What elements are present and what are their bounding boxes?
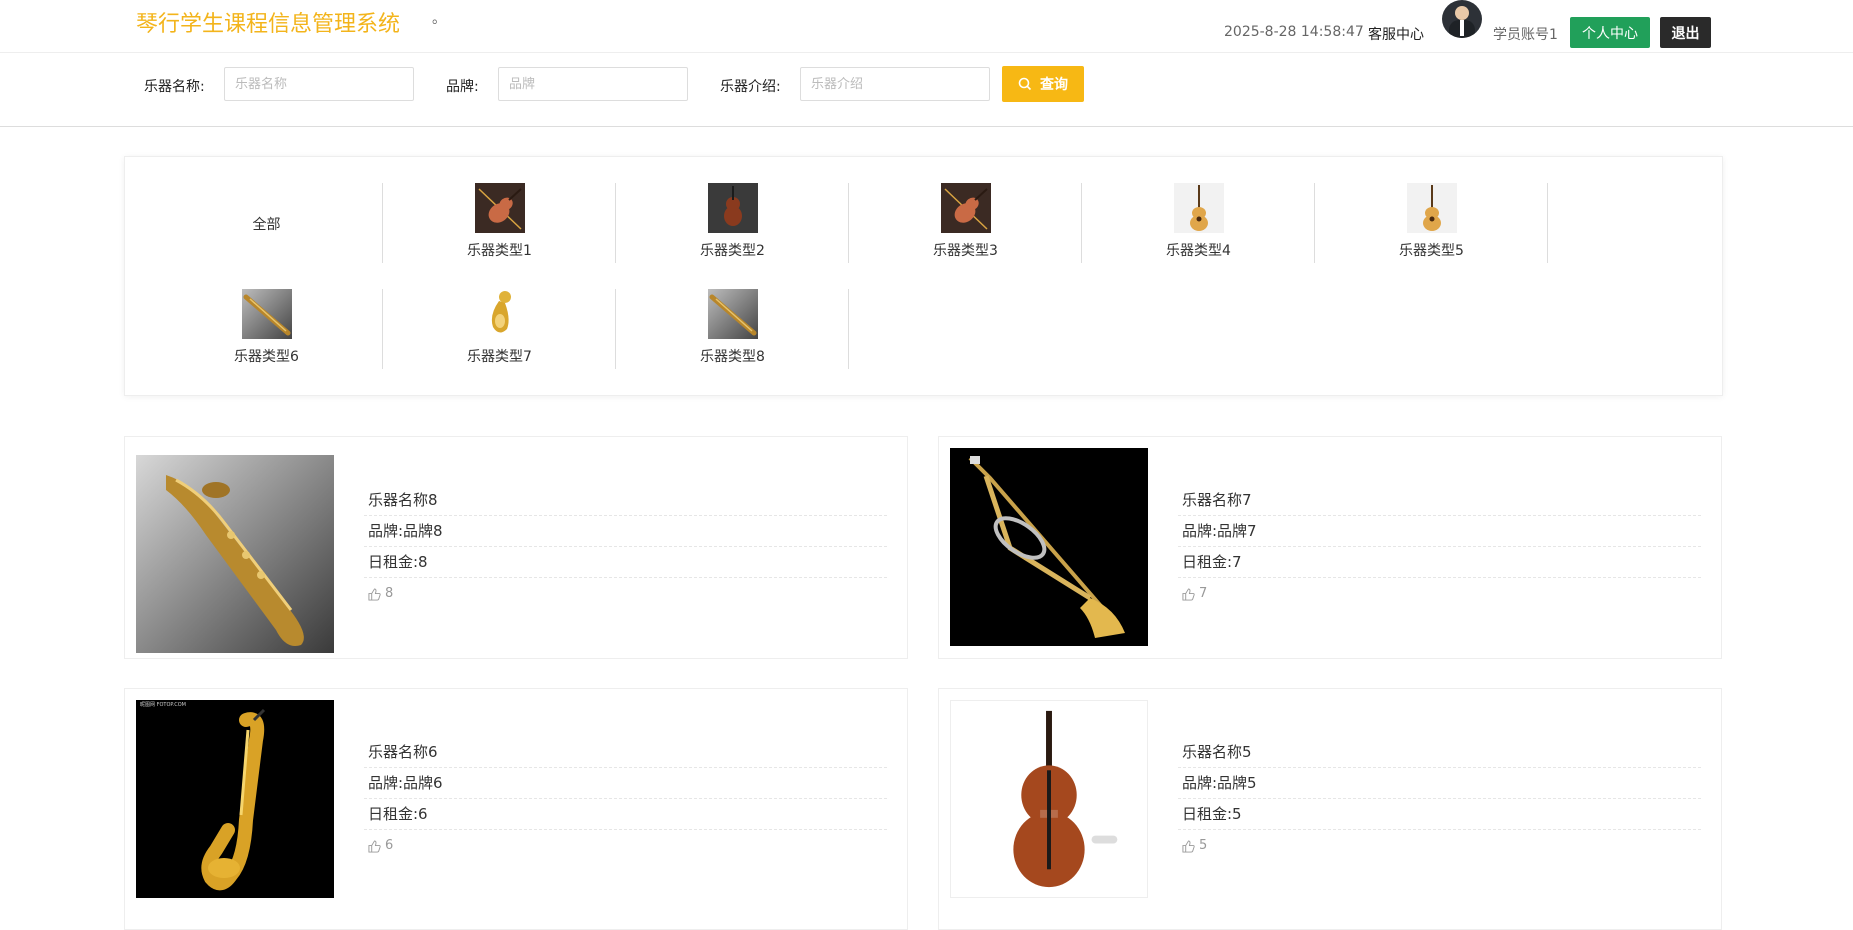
like-count: 5: [1199, 838, 1208, 853]
category-item-4[interactable]: 乐器类型4: [1082, 183, 1315, 263]
category-label: 乐器类型1: [467, 243, 532, 259]
brand-label: 品牌:: [446, 79, 479, 95]
guitar-icon: [1174, 183, 1224, 233]
product-brand: 品牌:品牌6: [364, 768, 887, 799]
category-label: 乐器类型8: [700, 349, 765, 365]
like-count: 8: [385, 586, 394, 601]
product-card[interactable]: 乐器名称8 品牌:品牌8 日租金:8 8: [124, 436, 908, 659]
category-label: 乐器类型5: [1399, 243, 1464, 259]
product-brand: 品牌:品牌5: [1178, 768, 1701, 799]
product-card[interactable]: 乐器名称7 品牌:品牌7 日租金:7 7: [938, 436, 1722, 659]
product-card[interactable]: 乐器名称5 品牌:品牌5 日租金:5 5: [938, 688, 1722, 930]
like-count: 6: [385, 838, 394, 853]
current-datetime: 2025-8-28 14:58:47: [1224, 24, 1364, 40]
top-bar: 琴行学生课程信息管理系统 。 2025-8-28 14:58:47 客服中心 学…: [0, 0, 1853, 53]
title-dot: 。: [432, 11, 446, 27]
product-rent: 日租金:8: [364, 547, 887, 578]
product-brand: 品牌:品牌7: [1178, 516, 1701, 547]
product-brand: 品牌:品牌8: [364, 516, 887, 547]
thumbs-up-icon[interactable]: [1182, 839, 1195, 853]
name-search-input[interactable]: [224, 67, 414, 101]
search-icon: [1018, 77, 1032, 91]
category-item-5[interactable]: 乐器类型5: [1315, 183, 1548, 263]
category-item-2[interactable]: 乐器类型2: [616, 183, 849, 263]
category-label: 乐器类型6: [234, 349, 299, 365]
image-watermark: 昵图网 FOTOP.COM: [140, 702, 186, 708]
query-button-label: 查询: [1040, 77, 1068, 93]
violin-icon: [708, 183, 758, 233]
violin-icon: [475, 183, 525, 233]
thumbs-up-icon[interactable]: [1182, 587, 1195, 601]
like-count: 7: [1199, 586, 1208, 601]
guitar-icon: [1407, 183, 1457, 233]
name-label: 乐器名称:: [144, 79, 205, 95]
product-name: 乐器名称7: [1178, 485, 1701, 516]
service-center-link[interactable]: 客服中心: [1368, 24, 1424, 44]
product-rent: 日租金:6: [364, 799, 887, 830]
category-item-3[interactable]: 乐器类型3: [849, 183, 1082, 263]
category-item-6[interactable]: 乐器类型6: [150, 289, 383, 369]
product-rent: 日租金:5: [1178, 799, 1701, 830]
product-card[interactable]: 昵图网 FOTOP.COM 乐器名称6 品牌:品牌6 日租金:6 6: [124, 688, 908, 930]
category-label: 乐器类型3: [933, 243, 998, 259]
tuba-icon: [475, 289, 525, 339]
saxophone-icon: [708, 289, 758, 339]
category-label: 全部: [252, 217, 281, 233]
product-name: 乐器名称5: [1178, 737, 1701, 768]
product-rent: 日租金:7: [1178, 547, 1701, 578]
category-item-1[interactable]: 乐器类型1: [383, 183, 616, 263]
thumbs-up-icon[interactable]: [368, 587, 381, 601]
baritone-saxophone-image: [136, 455, 334, 653]
trombone-image: [950, 448, 1148, 646]
category-all[interactable]: 全部: [150, 183, 383, 263]
category-label: 乐器类型2: [700, 243, 765, 259]
intro-search-input[interactable]: [800, 67, 990, 101]
violin-icon: [941, 183, 991, 233]
avatar[interactable]: [1442, 0, 1482, 38]
saxophone-icon: [242, 289, 292, 339]
alto-saxophone-image: 昵图网 FOTOP.COM: [136, 700, 334, 898]
category-panel: 全部 乐器类型1 乐器类型2 乐器类型3 乐器类型4 乐器类型5 乐器类型6 乐…: [124, 156, 1723, 396]
logout-button[interactable]: 退出: [1660, 17, 1711, 48]
cello-image: [950, 700, 1148, 898]
category-label: 乐器类型4: [1166, 243, 1231, 259]
intro-label: 乐器介绍:: [720, 79, 781, 95]
product-name: 乐器名称6: [364, 737, 887, 768]
category-label: 乐器类型7: [467, 349, 532, 365]
product-name: 乐器名称8: [364, 485, 887, 516]
category-item-8[interactable]: 乐器类型8: [616, 289, 849, 369]
category-item-7[interactable]: 乐器类型7: [383, 289, 616, 369]
search-bar: 乐器名称: 品牌: 乐器介绍: 查询: [0, 52, 1853, 127]
personal-center-button[interactable]: 个人中心: [1570, 17, 1650, 48]
query-button[interactable]: 查询: [1002, 66, 1084, 102]
thumbs-up-icon[interactable]: [368, 839, 381, 853]
site-title: 琴行学生课程信息管理系统: [136, 12, 401, 37]
brand-search-input[interactable]: [498, 67, 688, 101]
account-name: 学员账号1: [1493, 27, 1558, 43]
